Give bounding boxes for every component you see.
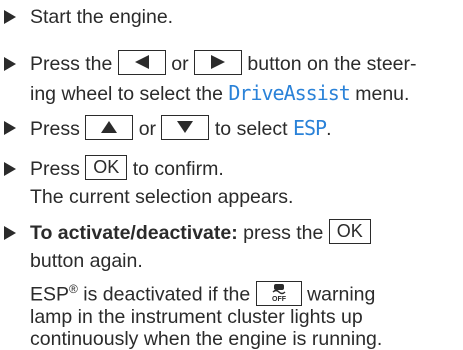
svg-text:OFF: OFF	[272, 296, 287, 303]
or-text: or	[138, 118, 157, 140]
down-triangle-icon	[177, 121, 194, 134]
step-2-line-1: Press the or button on the steer-	[30, 50, 417, 77]
step-5-line5: continuously when the engine is running.	[30, 328, 383, 350]
step-2-post: button on the steer-	[247, 53, 417, 75]
step-5-line-5: continuously when the engine is running.	[30, 328, 383, 350]
up-triangle-icon	[101, 121, 118, 134]
bullet-arrow-icon	[4, 10, 16, 24]
bullet-arrow-icon	[4, 57, 16, 71]
step-3-end: .	[326, 118, 332, 140]
registered-mark: ®	[69, 282, 78, 296]
bullet-arrow-icon	[4, 226, 16, 240]
step-5-line-2: button again.	[30, 248, 143, 274]
step-2-line-2: ing wheel to select the DriveAssist menu…	[30, 80, 409, 107]
step-3-pre: Press	[30, 118, 80, 140]
left-triangle-icon	[134, 55, 149, 70]
step-5-line-4: lamp in the instrument cluster lights up	[30, 304, 363, 330]
left-button	[117, 50, 166, 76]
step-4-post: to confirm.	[132, 158, 224, 180]
step-3-text: Press or to select ESP.	[30, 115, 331, 142]
activate-deactivate-heading: To activate/deactivate:	[30, 222, 238, 244]
bullet-arrow-icon	[4, 121, 16, 135]
bullet-arrow-icon	[4, 162, 16, 176]
ok-button: OK	[85, 155, 128, 181]
step-5-line2: button again.	[30, 250, 143, 272]
step-2-line2-post: menu.	[355, 83, 410, 105]
driveassist-menu-label: DriveAssist	[228, 81, 350, 105]
step-1-line: Start the engine.	[30, 6, 174, 28]
step-4-line-1: Press OK to confirm.	[30, 155, 224, 182]
esp-off-warning-lamp: OFF	[255, 280, 302, 306]
esp-item-label: ESP	[292, 116, 327, 140]
esp-text: ESP	[30, 283, 70, 306]
step-5-line-1: To activate/deactivate: press the OK	[30, 219, 371, 246]
ok-button: OK	[328, 219, 371, 245]
step-5-line3-post: warning	[307, 283, 376, 306]
step-1-text: Start the engine.	[30, 4, 173, 30]
step-4-result: The current selection appears.	[30, 186, 294, 208]
step-4-line-2: The current selection appears.	[30, 184, 293, 210]
step-2-pre: Press the	[30, 53, 113, 75]
or-text: or	[171, 53, 189, 75]
step-3-mid: to select	[214, 118, 288, 140]
down-button	[161, 115, 210, 141]
right-triangle-icon	[210, 55, 225, 70]
step-4-pre: Press	[30, 158, 80, 180]
step-2-line2-pre: ing wheel to select the	[30, 83, 223, 105]
step-5-line3-mid: is deactivated if the	[83, 283, 251, 306]
right-button	[193, 50, 242, 76]
up-button	[85, 115, 134, 141]
esp-off-warning-lamp-icon: OFF	[272, 283, 287, 303]
step-5-pre: press the	[243, 222, 324, 244]
step-5-line4: lamp in the instrument cluster lights up	[30, 306, 363, 328]
